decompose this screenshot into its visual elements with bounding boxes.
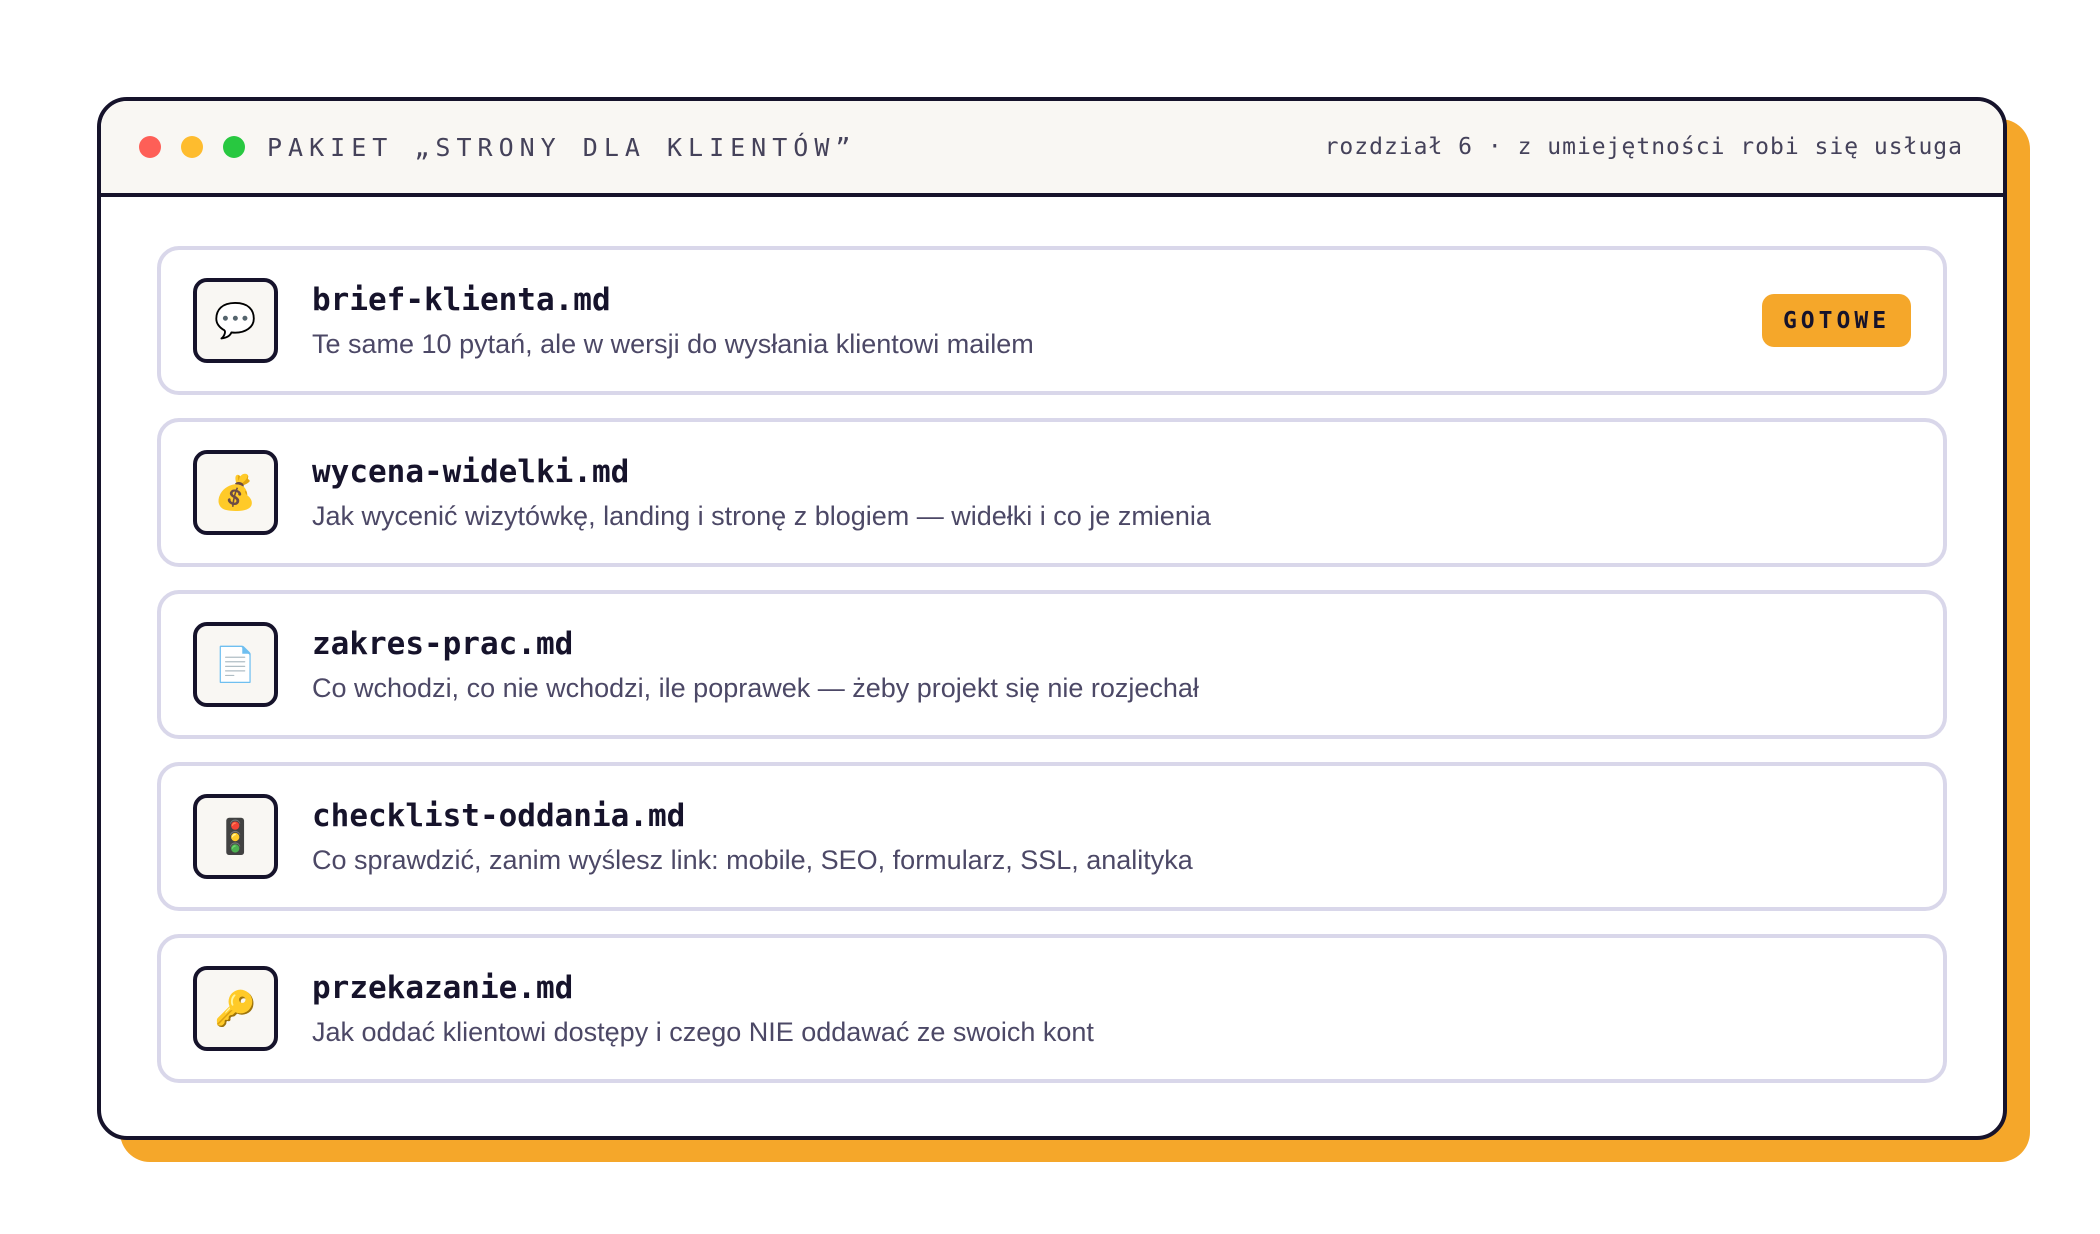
- file-card-checklist-oddania[interactable]: 🚦 checklist-oddania.md Co sprawdzić, zan…: [157, 762, 1947, 911]
- window-subtitle: rozdział 6 · z umiejętności robi się usł…: [1324, 134, 1963, 160]
- app-window: PAKIET „STRONY DLA KLIENTÓW” rozdział 6 …: [97, 97, 2007, 1140]
- speech-bubble-icon: 💬: [193, 278, 278, 363]
- traffic-light-icon: 🚦: [193, 794, 278, 879]
- file-name: brief-klienta.md: [312, 281, 611, 318]
- file-description: Te same 10 pytań, ale w wersji do wysłan…: [312, 328, 1034, 359]
- key-icon: 🔑: [193, 966, 278, 1051]
- maximize-window-button[interactable]: [223, 136, 245, 158]
- file-name: checklist-oddania.md: [312, 797, 686, 834]
- title-bar: PAKIET „STRONY DLA KLIENTÓW” rozdział 6 …: [101, 101, 2003, 197]
- file-list: 💬 brief-klienta.md Te same 10 pytań, ale…: [101, 197, 2003, 1083]
- file-name: wycena-widelki.md: [312, 453, 630, 490]
- file-description: Jak wycenić wizytówkę, landing i stronę …: [312, 500, 1211, 531]
- status-badge: GOTOWE: [1762, 294, 1911, 347]
- file-card-zakres-prac[interactable]: 📄 zakres-prac.md Co wchodzi, co nie wcho…: [157, 590, 1947, 739]
- close-window-button[interactable]: [139, 136, 161, 158]
- file-name: zakres-prac.md: [312, 625, 574, 662]
- window-title: PAKIET „STRONY DLA KLIENTÓW”: [267, 132, 857, 162]
- file-description: Jak oddać klientowi dostępy i czego NIE …: [312, 1016, 1094, 1047]
- document-icon: 📄: [193, 622, 278, 707]
- file-card-wycena-widelki[interactable]: 💰 wycena-widelki.md Jak wycenić wizytówk…: [157, 418, 1947, 567]
- file-card-brief-klienta[interactable]: 💬 brief-klienta.md Te same 10 pytań, ale…: [157, 246, 1947, 395]
- money-bag-icon: 💰: [193, 450, 278, 535]
- file-name: przekazanie.md: [312, 969, 574, 1006]
- file-description: Co wchodzi, co nie wchodzi, ile poprawek…: [312, 672, 1199, 703]
- file-card-przekazanie[interactable]: 🔑 przekazanie.md Jak oddać klientowi dos…: [157, 934, 1947, 1083]
- file-description: Co sprawdzić, zanim wyślesz link: mobile…: [312, 844, 1193, 875]
- minimize-window-button[interactable]: [181, 136, 203, 158]
